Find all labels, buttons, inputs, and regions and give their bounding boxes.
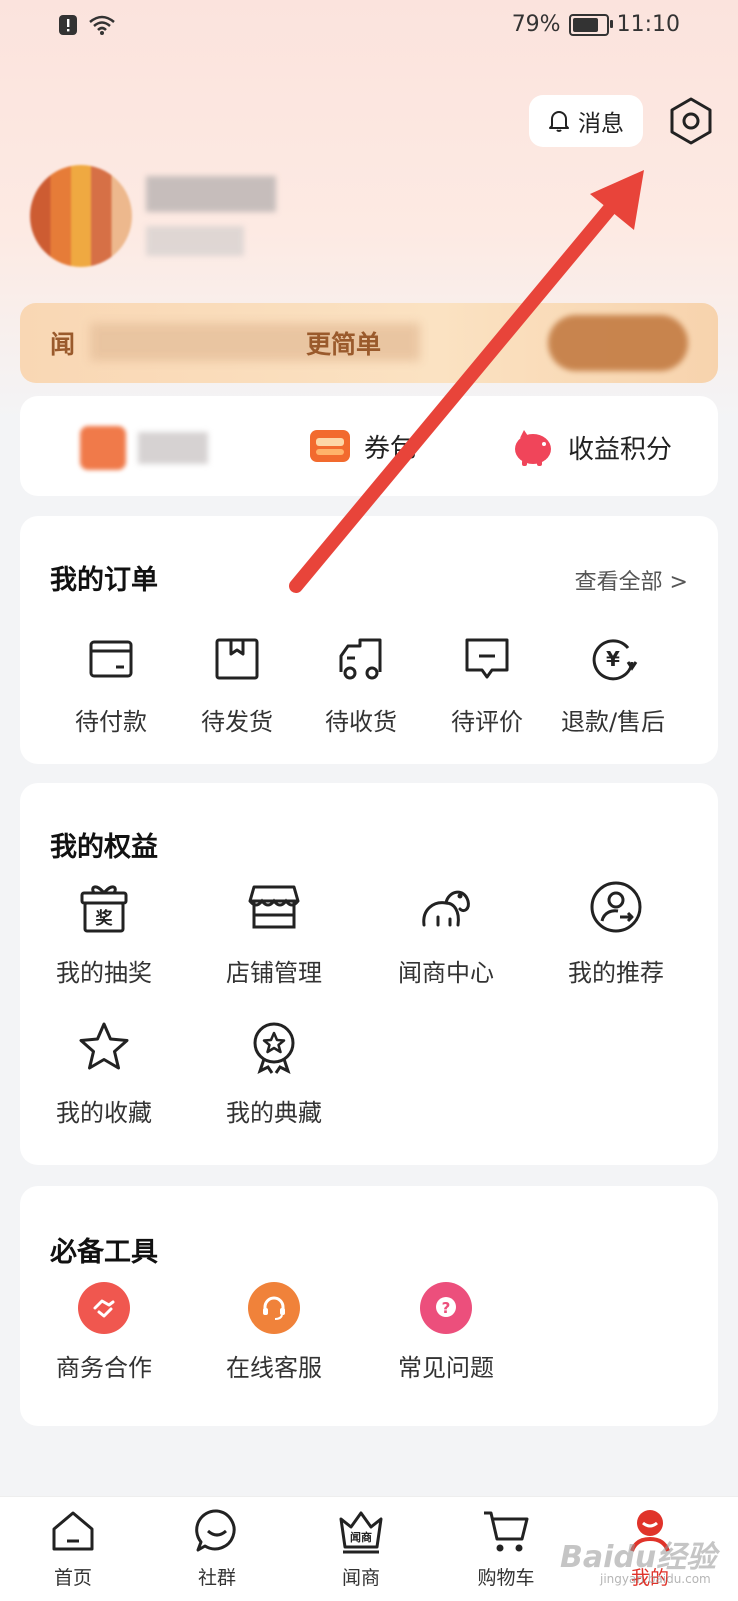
- orders-title: 我的订单: [50, 565, 158, 596]
- order-pending-review[interactable]: 待评价: [422, 634, 552, 737]
- benefit-store-management[interactable]: 店铺管理: [204, 879, 344, 988]
- wallet-card-icon: [89, 640, 133, 678]
- tool-label: 常见问题: [398, 1354, 494, 1382]
- tool-faq[interactable]: ? 常见问题: [376, 1282, 516, 1383]
- benefit-label: 闻商中心: [398, 959, 494, 987]
- alert-icon: [59, 15, 77, 35]
- package-box-icon: [215, 638, 259, 680]
- quick-bar-card: 券包 收益积分: [20, 396, 718, 496]
- order-item-label: 待收货: [325, 708, 397, 736]
- refund-yuan-icon: ¥: [592, 639, 638, 681]
- tools-card: 必备工具 商务合作 在线客服 ? 常见问题: [20, 1186, 718, 1426]
- tab-label: 闻商: [341, 1567, 380, 1589]
- cart-icon: [484, 1511, 529, 1552]
- orders-card: 我的订单 查看全部 > 待付款 待发货 待收货 待评价 ¥ 退款/售后: [20, 516, 718, 764]
- crown-icon: 闻商: [339, 1511, 383, 1554]
- battery-percent: 79%: [511, 12, 561, 37]
- user-id-blurred: [146, 226, 244, 256]
- question-icon: ?: [420, 1282, 472, 1334]
- elephant-icon: [422, 890, 470, 927]
- crown-badge-text: 闻商: [350, 1530, 372, 1544]
- star-icon: [79, 1022, 129, 1070]
- bell-icon: [549, 111, 569, 132]
- gift-char: 奖: [96, 908, 114, 929]
- tab-cart[interactable]: 购物车: [456, 1507, 556, 1590]
- quick-item-blurred[interactable]: [80, 426, 208, 470]
- benefit-collection[interactable]: 我的典藏: [204, 1019, 344, 1128]
- benefit-label: 我的典藏: [226, 1099, 322, 1127]
- benefit-label: 店铺管理: [226, 959, 322, 987]
- coupon-icon: [310, 430, 350, 462]
- promo-text-end: 更简单: [306, 330, 382, 359]
- benefit-lottery[interactable]: 奖 我的抽奖: [34, 879, 174, 988]
- tools-title: 必备工具: [50, 1237, 158, 1268]
- tab-label: 购物车: [477, 1567, 535, 1589]
- benefit-favorites[interactable]: 我的收藏: [34, 1019, 174, 1128]
- benefit-label: 我的推荐: [568, 959, 664, 987]
- benefit-label: 我的收藏: [56, 1099, 152, 1127]
- clock: 11:10: [616, 12, 680, 37]
- tool-label: 在线客服: [226, 1354, 322, 1382]
- quick-item-coupon[interactable]: 券包: [308, 426, 416, 466]
- coupon-label: 券包: [364, 433, 417, 464]
- order-pending-receipt[interactable]: 待收货: [296, 634, 426, 737]
- promo-action-blurred[interactable]: [548, 315, 688, 371]
- tab-home[interactable]: 首页: [23, 1507, 123, 1590]
- message-label: 消息: [578, 111, 624, 137]
- watermark-logo: Baidu经验: [560, 1540, 717, 1575]
- promo-text-start: 闻: [50, 330, 76, 359]
- blurred-label: [138, 432, 208, 464]
- benefit-wenshang-center[interactable]: 闻商中心: [376, 879, 516, 988]
- tool-label: 商务合作: [56, 1354, 152, 1382]
- message-button[interactable]: 消息: [529, 95, 643, 147]
- delivery-truck-icon: [339, 638, 382, 680]
- tab-label: 社群: [197, 1567, 236, 1589]
- svg-text:¥: ¥: [606, 647, 620, 671]
- order-pending-payment[interactable]: 待付款: [46, 634, 176, 737]
- tab-label: 首页: [53, 1567, 92, 1589]
- store-icon: [248, 885, 300, 929]
- avatar[interactable]: [30, 165, 132, 267]
- order-item-label: 退款/售后: [560, 708, 666, 736]
- points-label: 收益积分: [568, 434, 673, 465]
- quick-item-points[interactable]: 收益积分: [510, 426, 672, 468]
- user-share-icon: [590, 881, 642, 933]
- order-item-label: 待评价: [451, 708, 523, 736]
- see-all-orders-link[interactable]: 查看全部 >: [575, 564, 688, 596]
- status-bar: 79% 11:10: [0, 0, 738, 56]
- benefits-title: 我的权益: [50, 832, 158, 863]
- headset-icon: [248, 1282, 300, 1334]
- tool-business-cooperation[interactable]: 商务合作: [34, 1282, 174, 1383]
- order-item-label: 待发货: [201, 708, 273, 736]
- promo-banner[interactable]: 闻 更简单: [20, 303, 718, 383]
- wifi-icon: [89, 15, 115, 35]
- svg-text:?: ?: [442, 1299, 451, 1317]
- blurred-icon: [80, 426, 126, 470]
- chat-bubble-icon: [195, 1509, 236, 1552]
- benefit-label: 我的抽奖: [56, 959, 152, 987]
- settings-gear-icon[interactable]: [666, 96, 716, 146]
- home-icon: [52, 1511, 94, 1551]
- benefit-my-referrals[interactable]: 我的推荐: [546, 879, 686, 988]
- battery-icon: [568, 13, 613, 36]
- tab-wenshang[interactable]: 闻商 闻商: [311, 1507, 411, 1590]
- username-blurred: [146, 176, 276, 212]
- lottery-gift-icon: 奖: [80, 885, 128, 933]
- review-message-icon: [465, 638, 509, 679]
- tab-community[interactable]: 社群: [167, 1507, 267, 1590]
- piggy-bank-icon: [515, 430, 551, 466]
- benefits-card: 我的权益 奖 我的抽奖 店铺管理 闻商中心 我的推荐 我的收藏 我的典藏: [20, 783, 718, 1165]
- order-item-label: 待付款: [75, 708, 147, 736]
- medal-star-icon: [253, 1022, 295, 1074]
- watermark-url: jingyan.baidu.com: [600, 1572, 711, 1586]
- order-pending-shipment[interactable]: 待发货: [172, 634, 302, 737]
- handshake-icon: [78, 1282, 130, 1334]
- order-refund-aftersale[interactable]: ¥ 退款/售后: [548, 634, 678, 737]
- tool-online-support[interactable]: 在线客服: [204, 1282, 344, 1383]
